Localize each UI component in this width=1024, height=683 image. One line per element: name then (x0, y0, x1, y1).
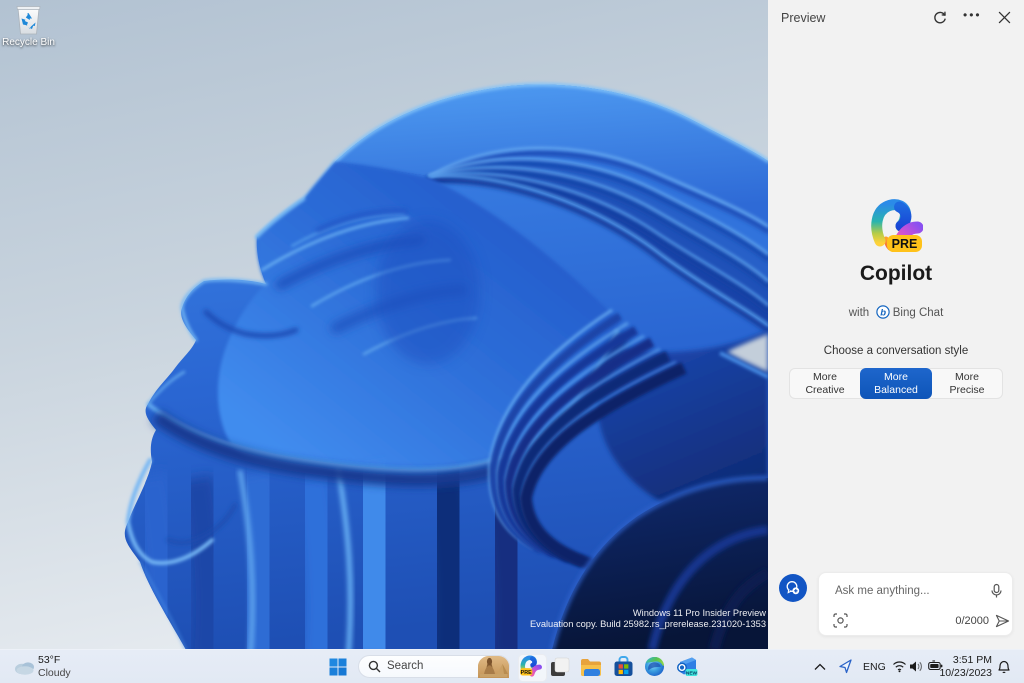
svg-text:NEW: NEW (686, 670, 698, 676)
svg-text:b: b (880, 307, 886, 318)
svg-text:PRE: PRE (521, 670, 532, 676)
svg-text:PRE: PRE (892, 237, 918, 251)
